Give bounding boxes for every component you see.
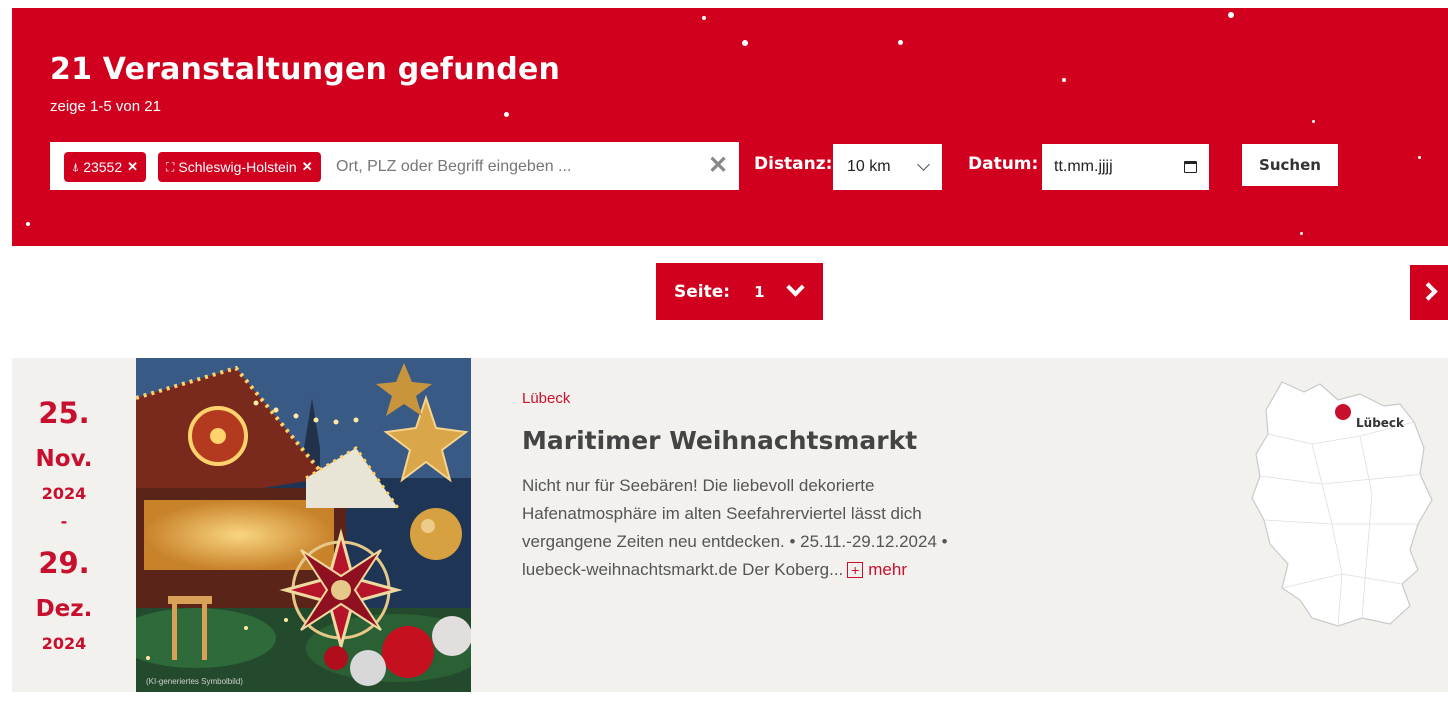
more-link[interactable]: + mehr bbox=[847, 556, 907, 584]
calendar-icon[interactable] bbox=[1184, 161, 1197, 173]
filter-chip-region[interactable]: ⛶ Schleswig-Holstein ✕ bbox=[158, 152, 321, 182]
date-input[interactable]: tt.mm.jjjj bbox=[1042, 144, 1209, 190]
start-day: 25. bbox=[38, 396, 90, 430]
start-year: 2024 bbox=[41, 484, 87, 503]
distance-label: Distanz: bbox=[754, 154, 833, 174]
end-year: 2024 bbox=[41, 634, 87, 653]
distance-value: 10 km bbox=[847, 158, 891, 175]
chevron-down-icon bbox=[785, 278, 805, 297]
page-number: 1 bbox=[754, 282, 765, 301]
location-marker-icon bbox=[1335, 404, 1351, 420]
date-value: tt.mm.jjjj bbox=[1054, 158, 1113, 175]
christmas-market-illustration bbox=[136, 358, 471, 692]
search-button[interactable]: Suchen bbox=[1242, 144, 1338, 186]
results-title: 21 Veranstaltungen gefunden bbox=[50, 52, 561, 87]
region-map-icon: ⛶ bbox=[166, 159, 175, 174]
plus-icon: + bbox=[847, 562, 864, 578]
page-label: Seite: bbox=[674, 281, 731, 302]
date-label: Datum: bbox=[968, 154, 1039, 174]
next-page-button[interactable] bbox=[1410, 265, 1448, 320]
event-location[interactable]: Lübeck bbox=[522, 390, 570, 407]
filter-chip-postcode[interactable]: ⍋ 23552 ✕ bbox=[64, 152, 147, 182]
search-header: 21 Veranstaltungen gefunden zeige 1-5 vo… bbox=[12, 8, 1448, 246]
start-month: Nov. bbox=[35, 446, 93, 472]
event-date-range: 25. Nov. 2024 - 29. Dez. 2024 bbox=[12, 358, 136, 692]
more-label: mehr bbox=[868, 560, 907, 579]
page-selector[interactable]: Seite: 1 bbox=[656, 263, 823, 320]
search-field[interactable]: ⍋ 23552 ✕ ⛶ Schleswig-Holstein ✕ ✕ bbox=[50, 142, 739, 190]
image-credit: (KI-generiertes Symbolbild) bbox=[146, 677, 243, 686]
event-card[interactable]: 25. Nov. 2024 - 29. Dez. 2024 (KI-generi… bbox=[12, 358, 1448, 692]
chip-label: Schleswig-Holstein bbox=[178, 159, 297, 175]
search-input[interactable] bbox=[336, 152, 696, 182]
event-title[interactable]: Maritimer Weihnachtsmarkt bbox=[522, 426, 917, 455]
results-range: zeige 1-5 von 21 bbox=[50, 98, 161, 115]
end-month: Dez. bbox=[35, 596, 93, 622]
map-city-label: Lübeck bbox=[1356, 416, 1405, 430]
chip-label: 23552 bbox=[83, 159, 123, 175]
distance-select[interactable]: 10 km bbox=[833, 144, 942, 190]
event-description: Nicht nur für Seebären! Die liebevoll de… bbox=[522, 472, 1002, 584]
event-image[interactable]: (KI-generiertes Symbolbild) bbox=[136, 358, 471, 692]
chevron-down-icon bbox=[917, 158, 930, 171]
germany-map[interactable] bbox=[1242, 374, 1442, 634]
chevron-right-icon bbox=[1419, 282, 1438, 301]
end-day: 29. bbox=[38, 546, 90, 580]
location-pin-icon: ⍋ bbox=[72, 159, 80, 174]
remove-chip-icon[interactable]: ✕ bbox=[127, 159, 138, 175]
clear-search-icon[interactable]: ✕ bbox=[708, 151, 728, 180]
date-separator: - bbox=[60, 512, 68, 531]
remove-chip-icon[interactable]: ✕ bbox=[302, 159, 313, 175]
